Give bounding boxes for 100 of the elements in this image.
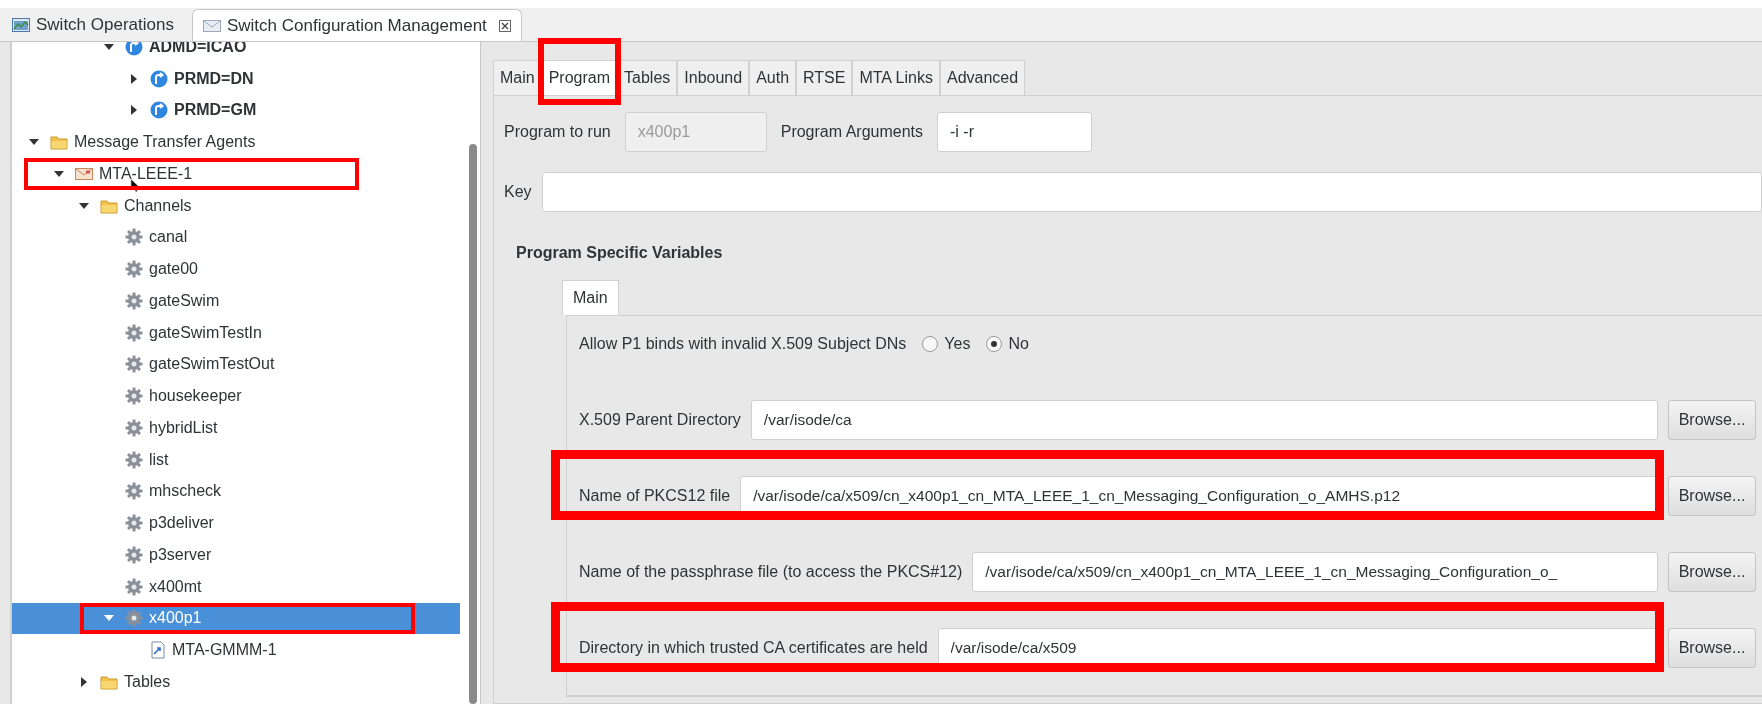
expanded-arrow-icon[interactable] xyxy=(79,200,89,211)
tree-item-label: gateSwimTestIn xyxy=(149,323,262,342)
tree-item-label: gate00 xyxy=(149,260,198,279)
tree-item-label: mhscheck xyxy=(149,482,222,501)
tree-item[interactable]: housekeeper xyxy=(12,380,460,412)
tree-item-label: list xyxy=(149,450,169,469)
tree-item-label: PRMD=DN xyxy=(174,69,254,88)
view-tab[interactable]: Switch Operations xyxy=(8,9,184,41)
radio-button[interactable] xyxy=(922,336,939,352)
tree-item-label: housekeeper xyxy=(149,387,242,406)
tree-item-label: hybridList xyxy=(149,418,218,437)
browse-button[interactable]: Browse... xyxy=(1668,400,1756,440)
tree-item[interactable]: gateSwim xyxy=(12,285,460,317)
scrollbar-thumb[interactable] xyxy=(469,144,477,704)
tree-item-label: Message Transfer Agents xyxy=(74,133,256,152)
editor-tab[interactable]: RTSE xyxy=(796,60,853,95)
gear-icon xyxy=(125,323,143,342)
tree-item[interactable]: MTA-GMMM-1 xyxy=(12,634,460,666)
tree-item-label: canal xyxy=(149,228,188,247)
radio-label: No xyxy=(1008,335,1029,353)
tree-item[interactable]: Tables xyxy=(12,666,460,698)
tree-item-label: Tables xyxy=(124,672,171,691)
mouse-pointer-icon xyxy=(130,178,140,193)
radio-option[interactable]: No xyxy=(986,335,1029,353)
tree-item-label: MTA-LEEE-1 xyxy=(99,164,193,183)
envelope-icon xyxy=(75,166,93,181)
tree-item[interactable]: canal xyxy=(12,221,460,254)
envelope-icon xyxy=(202,18,221,33)
tree-item-label: PRMD=GM xyxy=(174,101,257,120)
gear-icon xyxy=(125,418,143,437)
gear-icon xyxy=(125,482,143,501)
path-field[interactable]: /var/isode/ca xyxy=(750,400,1658,440)
editor-tab[interactable]: MTA Links xyxy=(852,60,940,95)
collapsed-arrow-icon[interactable] xyxy=(79,676,89,687)
subsection-tab[interactable]: Main xyxy=(562,280,619,315)
tree-item[interactable]: MTA-LEEE-1 xyxy=(12,158,460,190)
section-title: Program Specific Variables xyxy=(516,244,724,262)
folder-icon xyxy=(50,134,68,151)
tree-item[interactable]: x400mt xyxy=(12,570,460,603)
tree-item-label: gateSwimTestOut xyxy=(149,355,275,374)
path-field[interactable]: /var/isode/ca/x509/cn_x400p1_cn_MTA_LEEE_1_cn_Messaging_Configuration_o_ xyxy=(972,552,1658,592)
tree-item-label: p3server xyxy=(149,545,212,564)
tree-item-label: gateSwim xyxy=(149,291,220,310)
folder-icon xyxy=(100,197,118,214)
document-icon xyxy=(150,641,166,660)
tree-item[interactable]: mhscheck xyxy=(12,475,460,508)
tree-item[interactable]: hybridList xyxy=(12,412,460,444)
setting-label: Allow P1 binds with invalid X.509 Subject DNs xyxy=(579,335,907,353)
folder-icon xyxy=(100,673,118,690)
gear-icon xyxy=(125,387,143,406)
collapsed-arrow-icon[interactable] xyxy=(129,73,139,84)
setting-label: Name of the passphrase file (to access the PKCS#12) xyxy=(579,563,963,581)
editor-tab[interactable]: Program xyxy=(541,60,618,95)
field-label: Program to run xyxy=(504,123,611,141)
setting-label: Name of PKCS12 file xyxy=(579,487,731,505)
gear-icon xyxy=(125,355,143,374)
close-icon[interactable] xyxy=(498,19,511,32)
setting-label: Directory in which trusted CA certificates are held xyxy=(579,639,928,657)
radio-label: Yes xyxy=(944,335,971,353)
view-tab[interactable]: Switch Configuration Management xyxy=(191,9,522,41)
browse-button[interactable]: Browse... xyxy=(1668,628,1756,668)
tree-item[interactable]: list xyxy=(12,443,460,476)
tree-item-label: x400mt xyxy=(149,577,202,596)
editor-tab[interactable]: Inbound xyxy=(677,60,750,95)
tree-item[interactable]: p3server xyxy=(12,539,460,571)
gear-icon xyxy=(125,260,143,279)
editor-tab[interactable]: Advanced xyxy=(939,60,1026,95)
gear-icon xyxy=(125,545,143,564)
tree-item[interactable]: PRMD=GM xyxy=(12,94,460,127)
gear-icon xyxy=(125,228,143,247)
tree-item-label: MTA-GMMM-1 xyxy=(172,641,277,660)
chart-window-icon xyxy=(12,18,30,32)
editor-tab[interactable]: Auth xyxy=(749,60,797,95)
expanded-arrow-icon[interactable] xyxy=(54,168,64,179)
field-label: Key xyxy=(504,183,532,201)
expanded-arrow-icon[interactable] xyxy=(104,42,114,52)
gear-icon xyxy=(125,514,143,533)
setting-label: X.509 Parent Directory xyxy=(579,411,741,429)
tree-item[interactable]: Channels xyxy=(12,189,460,222)
gear-icon xyxy=(125,577,143,596)
browse-button[interactable]: Browse... xyxy=(1668,476,1756,516)
tree-item-label: Channels xyxy=(124,196,192,215)
tree-item[interactable]: PRMD=DN xyxy=(12,62,460,95)
radio-button[interactable] xyxy=(986,336,1003,352)
gear-icon xyxy=(125,450,143,469)
tree-item-label: p3deliver xyxy=(149,514,214,533)
tree-item-label: x400p1 xyxy=(149,609,202,628)
arguments-field[interactable]: -i -r xyxy=(937,112,1092,152)
tree-item[interactable]: gate00 xyxy=(12,253,460,285)
browse-button[interactable]: Browse... xyxy=(1668,552,1756,592)
tree-item[interactable]: gateSwimTestOut xyxy=(12,348,460,381)
key-field[interactable] xyxy=(541,172,1762,212)
gear-icon xyxy=(125,291,143,310)
field-label: Program Arguments xyxy=(780,123,923,141)
tree-item[interactable]: p3deliver xyxy=(12,507,460,539)
gear-icon xyxy=(125,609,143,628)
tree-item[interactable]: gateSwimTestIn xyxy=(12,316,460,349)
radio-option[interactable]: Yes xyxy=(922,335,971,353)
tree-item[interactable]: Message Transfer Agents xyxy=(12,126,460,158)
collapsed-arrow-icon[interactable] xyxy=(129,105,139,116)
